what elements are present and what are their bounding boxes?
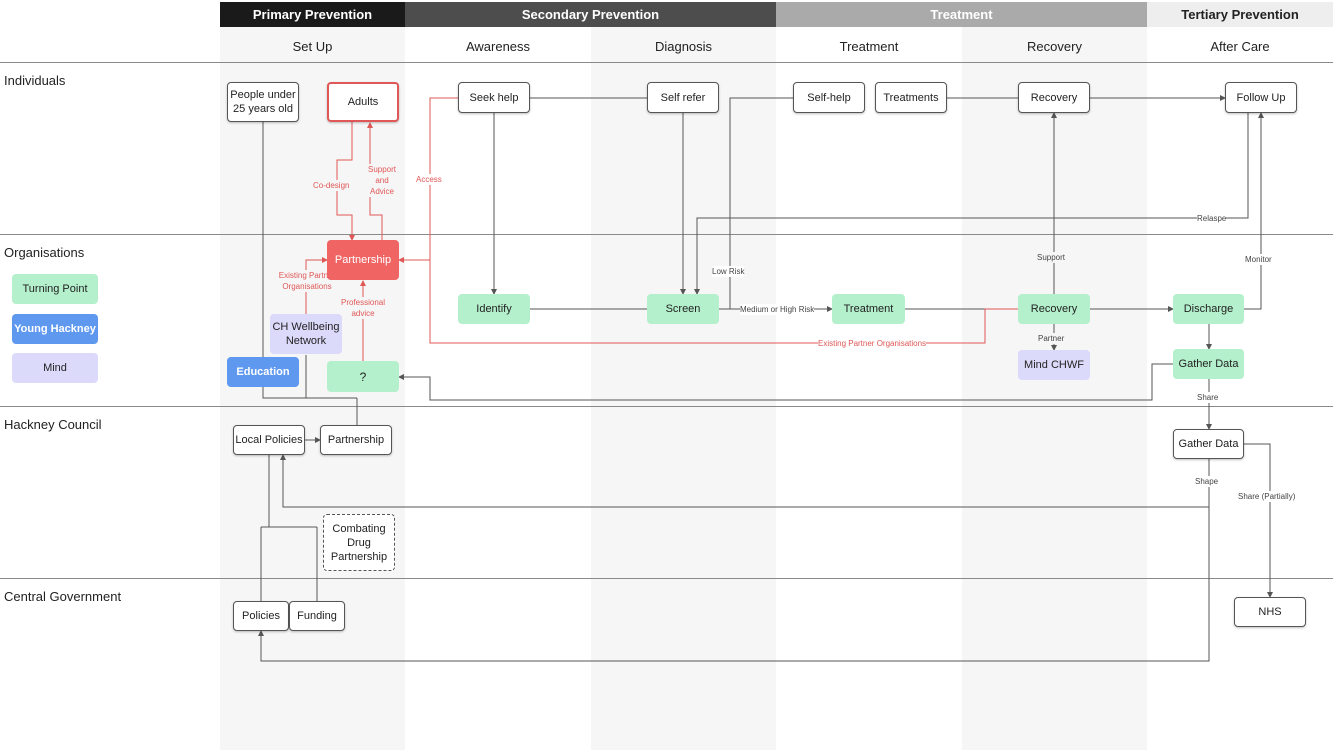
node-treatment-org: Treatment bbox=[832, 294, 905, 324]
node-adults: Adults bbox=[327, 82, 399, 122]
node-education: Education bbox=[227, 357, 299, 387]
node-seek-help: Seek help bbox=[458, 82, 530, 113]
node-policies: Policies bbox=[233, 601, 289, 631]
edge-label-low-risk: Low Risk bbox=[712, 266, 745, 277]
node-nhs: NHS bbox=[1234, 597, 1306, 627]
node-treatments: Treatments bbox=[875, 82, 947, 113]
edge-label-existing-partner-orgs-long: Existing Partner Organisations bbox=[818, 338, 927, 349]
node-local-policies: Local Policies bbox=[233, 425, 305, 455]
edge-label-relapse: Relaspe bbox=[1197, 213, 1227, 224]
node-question: ? bbox=[327, 361, 399, 392]
node-people-under-25: People under 25 years old bbox=[227, 82, 299, 122]
node-self-help: Self-help bbox=[793, 82, 865, 113]
node-partnership-council: Partnership bbox=[320, 425, 392, 455]
node-discharge: Discharge bbox=[1173, 294, 1244, 324]
node-funding: Funding bbox=[289, 601, 345, 631]
node-gather-data-council: Gather Data bbox=[1173, 429, 1244, 459]
edge-label-medium-high-risk: Medium or High Risk bbox=[740, 304, 815, 315]
node-partnership-org: Partnership bbox=[327, 240, 399, 280]
node-ch-wellbeing-network: CH Wellbeing Network bbox=[270, 314, 342, 354]
node-recovery-individual: Recovery bbox=[1018, 82, 1090, 113]
node-self-refer: Self refer bbox=[647, 82, 719, 113]
edge-label-monitor: Monitor bbox=[1245, 254, 1272, 265]
node-recovery-org: Recovery bbox=[1018, 294, 1090, 324]
node-identify: Identify bbox=[458, 294, 530, 324]
edge-label-share: Share bbox=[1197, 392, 1219, 403]
node-mind-chwf: Mind CHWF bbox=[1018, 350, 1090, 380]
edge-label-professional-advice: Professional advice bbox=[337, 297, 389, 319]
edge-label-access: Access bbox=[416, 174, 442, 185]
node-screen: Screen bbox=[647, 294, 719, 324]
edge-label-share-partially: Share (Partially) bbox=[1238, 491, 1296, 502]
edge-label-partner: Partner bbox=[1038, 333, 1065, 344]
edge-label-shape: Shape bbox=[1195, 476, 1219, 487]
node-gather-data-org: Gather Data bbox=[1173, 349, 1244, 379]
node-follow-up: Follow Up bbox=[1225, 82, 1297, 113]
node-combating-drug-partnership: Combating Drug Partnership bbox=[323, 514, 395, 571]
edge-label-co-design: Co-design bbox=[313, 180, 350, 191]
edge-label-support: Support bbox=[1037, 252, 1066, 263]
edge-label-support-and-advice: Support and Advice bbox=[364, 164, 400, 197]
